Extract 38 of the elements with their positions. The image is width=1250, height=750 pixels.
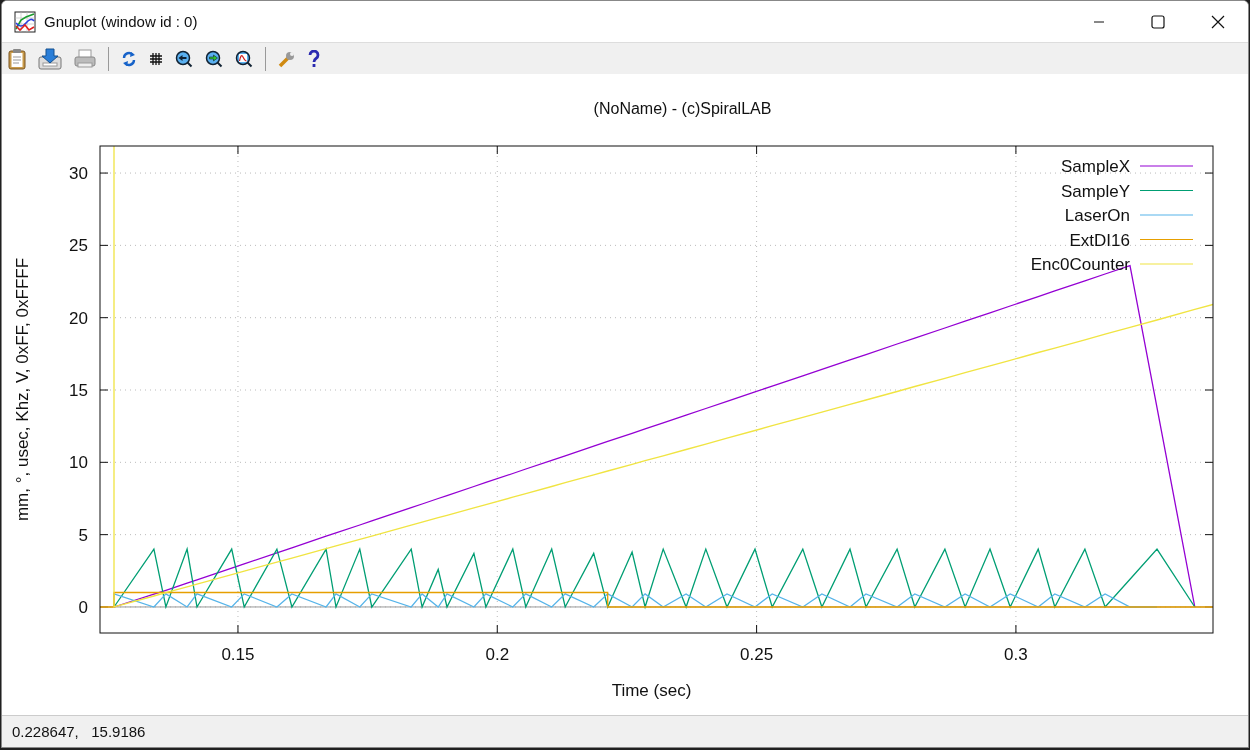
- legend-label: ExtDI16: [1069, 230, 1130, 250]
- legend-label: LaserOn: [1064, 206, 1130, 226]
- legend-label: SampleX: [1061, 157, 1130, 177]
- y-tick-label: 30: [69, 164, 88, 184]
- legend-label: Enc0Counter: [1030, 255, 1130, 275]
- status-text: 0.228647, 15.9186: [12, 723, 146, 741]
- zoom-back-icon[interactable]: [175, 49, 193, 68]
- clipboard-icon[interactable]: [8, 47, 26, 70]
- save-icon[interactable]: [38, 47, 62, 70]
- zoom-forward-icon[interactable]: [205, 49, 223, 68]
- y-tick-label: 0: [78, 598, 88, 618]
- refresh-icon[interactable]: [121, 50, 137, 67]
- maximize-icon[interactable]: [1151, 14, 1165, 29]
- y-tick-label: 15: [69, 381, 88, 401]
- grid-icon[interactable]: [149, 51, 163, 66]
- legend-line: [1139, 190, 1194, 192]
- app-icon: [14, 10, 36, 33]
- y-tick-label: 10: [69, 453, 88, 473]
- close-icon[interactable]: [1211, 14, 1225, 29]
- legend-line: [1139, 214, 1194, 216]
- window-title: Gnuplot (window id : 0): [44, 13, 198, 31]
- printer-icon[interactable]: [74, 48, 96, 69]
- x-tick-label: 0.15: [221, 645, 255, 665]
- autoscale-icon[interactable]: [235, 49, 253, 68]
- y-axis-label: mm, °, usec, Khz, V, 0xFF, 0xFFFF: [13, 258, 32, 522]
- help-icon[interactable]: [308, 49, 320, 68]
- legend-line: [1139, 239, 1194, 241]
- legend-line: [1139, 263, 1194, 265]
- x-tick-label: 0.25: [740, 645, 774, 665]
- chart-title: (NoName) - (c)SpiralLAB: [593, 100, 772, 118]
- legend-label: SampleY: [1061, 181, 1130, 201]
- legend-line: [1139, 165, 1194, 167]
- y-tick-label: 25: [69, 236, 88, 256]
- x-tick-label: 0.3: [1004, 645, 1028, 665]
- y-tick-label: 5: [78, 525, 88, 545]
- y-tick-label: 20: [69, 308, 88, 328]
- x-axis-label: Time (sec): [611, 681, 692, 701]
- x-tick-label: 0.2: [485, 645, 510, 665]
